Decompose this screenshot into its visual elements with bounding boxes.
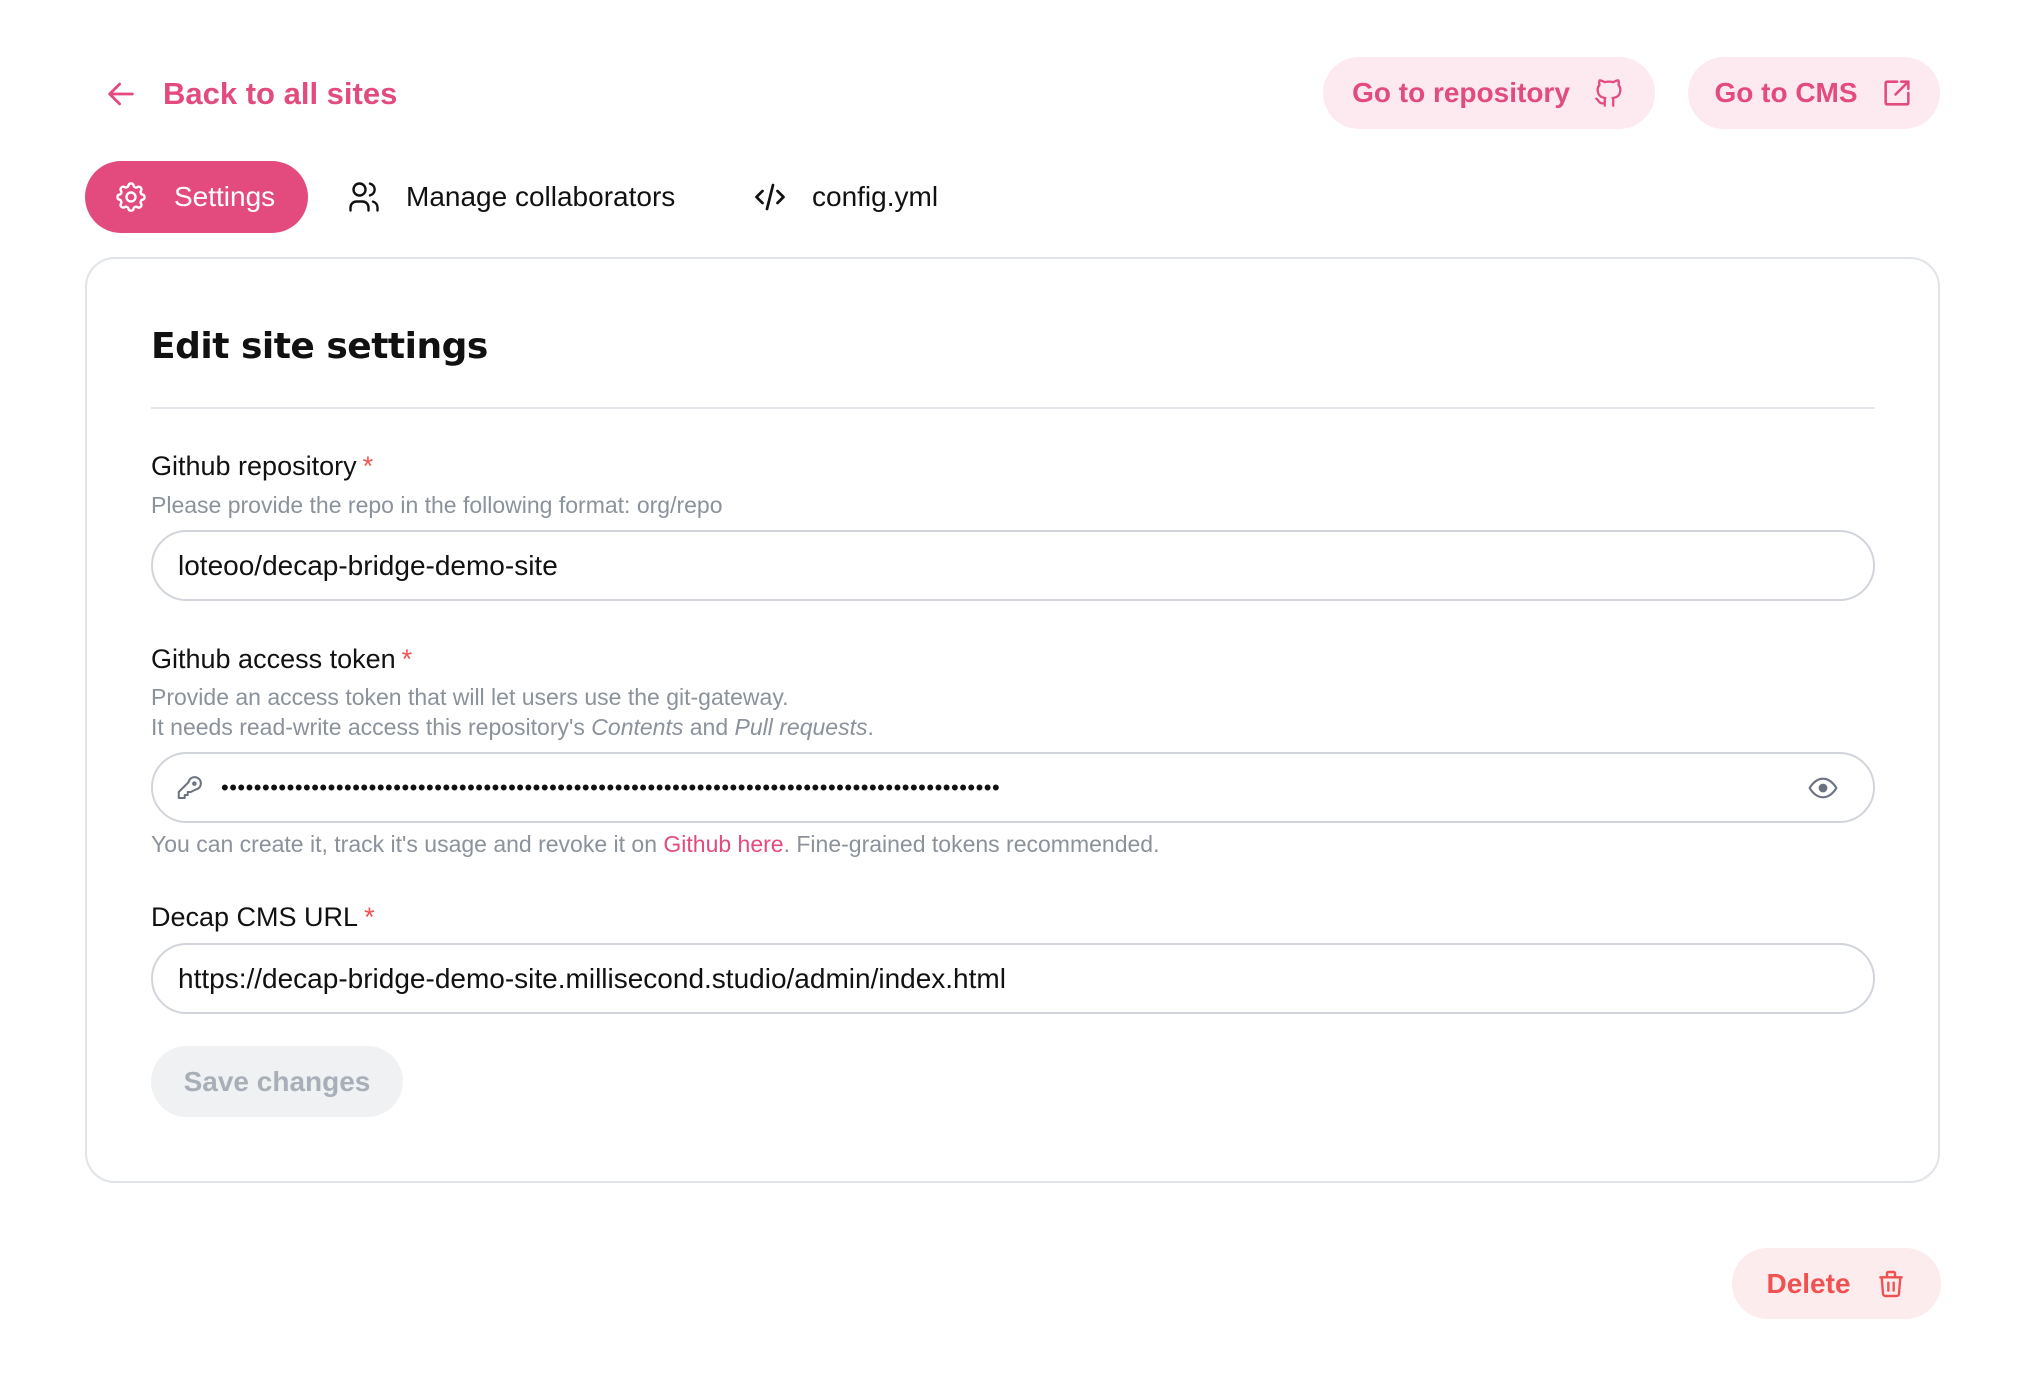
trash-icon: [1878, 1270, 1903, 1297]
token-note-text: You can create it, track it's usage and …: [151, 831, 664, 857]
tab-manage-collaborators-label: Manage collaborators: [406, 181, 676, 212]
decap-cms-url-field: [151, 943, 1875, 1014]
page-title: Edit site settings: [151, 326, 488, 367]
decap-cms-url-label: Decap CMS URL *: [151, 902, 375, 933]
delete-button[interactable]: Delete: [1732, 1248, 1941, 1319]
token-help-text: and: [683, 714, 735, 740]
arrow-left-icon: [108, 82, 134, 106]
github-repository-label-text: Github repository: [151, 451, 357, 481]
back-to-all-sites-link[interactable]: Back to all sites: [104, 72, 397, 116]
divider: [151, 407, 1875, 409]
go-to-cms-button[interactable]: Go to CMS: [1688, 57, 1940, 129]
back-label: Back to all sites: [163, 76, 398, 111]
github-access-token-label-text: Github access token: [151, 644, 396, 674]
github-access-token-note: You can create it, track it's usage and …: [151, 829, 1159, 859]
github-repository-field: [151, 530, 1875, 601]
decap-cms-url-label-text: Decap CMS URL: [151, 902, 359, 932]
github-access-token-label: Github access token *: [151, 644, 412, 675]
github-icon: [1595, 79, 1622, 107]
tab-manage-collaborators[interactable]: Manage collaborators: [346, 161, 675, 233]
tab-config-yml-label: config.yml: [812, 181, 939, 212]
github-access-token-help: Provide an access token that will let us…: [151, 682, 874, 742]
required-marker: *: [401, 644, 413, 674]
token-help-line-1: Provide an access token that will let us…: [151, 684, 789, 710]
code-icon: [755, 183, 785, 211]
tab-settings[interactable]: Settings: [85, 161, 308, 233]
decap-cms-url-input[interactable]: [153, 945, 1873, 1012]
required-marker: *: [364, 902, 375, 932]
token-help-line-2: It needs read-write access this reposito…: [151, 712, 874, 742]
token-help-text: It needs read-write access this reposito…: [151, 714, 592, 740]
github-repository-input[interactable]: [153, 532, 1873, 599]
save-changes-button[interactable]: Save changes: [151, 1046, 403, 1117]
key-icon: [177, 775, 202, 799]
token-help-pull-requests: Pull requests: [734, 714, 868, 740]
github-repository-label: Github repository *: [151, 451, 373, 482]
tab-settings-label: Settings: [174, 181, 276, 212]
gear-icon: [116, 182, 146, 212]
tab-config-yml[interactable]: config.yml: [752, 161, 938, 233]
go-to-cms-label: Go to CMS: [1714, 77, 1858, 108]
github-here-link[interactable]: Github here: [663, 831, 783, 857]
token-help-contents: Contents: [591, 714, 684, 740]
github-access-token-field: [151, 752, 1875, 823]
token-note-text: . Fine-grained tokens recommended.: [783, 831, 1160, 857]
required-marker: *: [362, 451, 374, 481]
users-icon: [349, 182, 379, 212]
external-link-icon: [1883, 80, 1910, 106]
delete-label: Delete: [1766, 1267, 1851, 1299]
github-repository-help: Please provide the repo in the following…: [151, 492, 723, 518]
eye-icon[interactable]: [1807, 772, 1839, 804]
go-to-repository-label: Go to repository: [1352, 77, 1570, 108]
token-help-text: .: [867, 714, 874, 740]
github-access-token-input[interactable]: [205, 754, 1807, 821]
go-to-repository-button[interactable]: Go to repository: [1323, 57, 1655, 129]
